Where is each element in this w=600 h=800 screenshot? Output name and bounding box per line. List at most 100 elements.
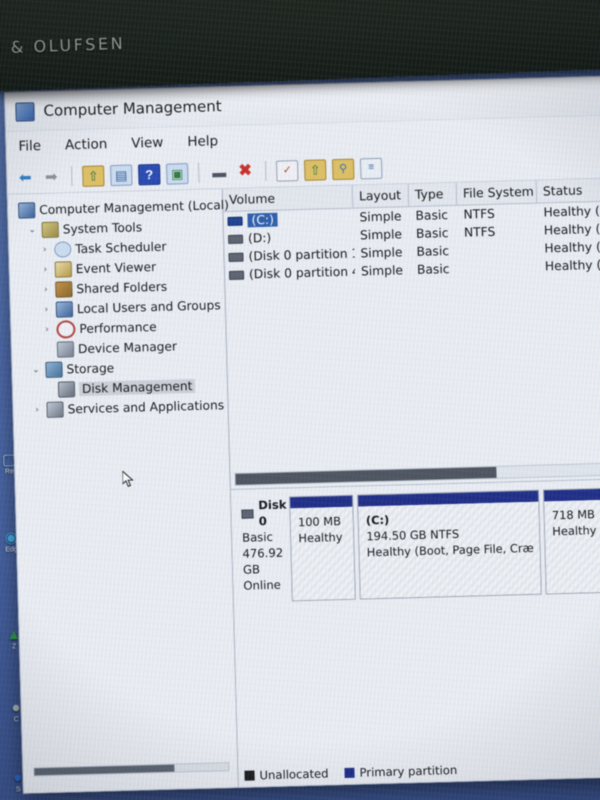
disk-icon <box>241 508 254 519</box>
up-folder-icon[interactable]: ⇧ <box>82 164 105 187</box>
volume-icon-grey <box>227 234 244 244</box>
volume-name: (Disk 0 partition 4) <box>248 264 356 282</box>
volume-type: Basic <box>415 208 449 223</box>
computer-management-icon <box>15 101 35 122</box>
task-scheduler-icon <box>54 241 72 258</box>
column-header-file-system[interactable]: File System <box>456 180 538 205</box>
export-list-icon[interactable]: ⇧ <box>303 158 327 181</box>
menu-action[interactable]: Action <box>65 136 108 153</box>
window-title: Computer Management <box>43 97 222 120</box>
storage-icon <box>45 361 63 378</box>
chevron-right-icon[interactable]: › <box>41 325 52 335</box>
disk-size: 476.92 GB <box>242 545 284 577</box>
partition-size: 100 MB <box>297 514 342 530</box>
volume-status: Healthy (Basic D <box>543 221 600 238</box>
device-manager-icon <box>56 341 75 358</box>
window-body: Computer Management (Local) ⌄ System Too… <box>7 178 600 794</box>
volume-icon-grey <box>228 270 245 280</box>
rescan-disks-icon[interactable]: ⚲ <box>331 158 355 180</box>
desktop-icon-label: Z <box>12 643 17 651</box>
volume-layout: Simple <box>360 263 404 279</box>
back-arrow-icon[interactable]: ⬅ <box>15 168 36 188</box>
tree-root-label: Computer Management (Local) <box>39 197 230 218</box>
disk-name: Disk 0 <box>258 497 287 529</box>
partition-status: Healthy (Re <box>552 523 600 539</box>
volume-type: Basic <box>415 226 449 241</box>
volume-file-system: NTFS <box>463 224 496 240</box>
sidebar-item-label: Storage <box>66 361 115 377</box>
photo-scene: ▢ Re ◉ Edg ▲ Z ● C ● S Computer Manageme… <box>0 0 600 800</box>
volume-status: Healthy (Boot, <box>543 203 600 220</box>
column-header-layout[interactable]: Layout <box>352 184 410 208</box>
volume-layout: Simple <box>359 227 403 243</box>
sidebar-item-label: Event Viewer <box>75 259 157 277</box>
chevron-right-icon[interactable]: › <box>40 285 51 295</box>
sidebar-item-label: System Tools <box>62 220 143 237</box>
partition-status: Healthy <box>298 530 343 546</box>
volume-name: (C:) <box>247 212 279 228</box>
chevron-right-icon[interactable]: › <box>31 405 42 415</box>
sidebar-item-label: Shared Folders <box>76 279 168 297</box>
mouse-cursor <box>122 470 134 487</box>
sidebar-item-label: Task Scheduler <box>75 239 167 257</box>
disk-graphical-view: Disk 0 Basic 476.92 GB Online 100 MB Hea… <box>230 479 600 789</box>
sidebar-item-label: Local Users and Groups <box>76 298 221 317</box>
properties-icon[interactable]: ▬ <box>209 162 230 182</box>
computer-management-window: Computer Management File Action View Hel… <box>4 75 600 794</box>
disk-info-panel[interactable]: Disk 0 Basic 476.92 GB Online <box>237 496 292 602</box>
column-header-type[interactable]: Type <box>408 182 458 207</box>
volume-name: (D:) <box>247 230 272 246</box>
volume-file-system <box>459 267 539 269</box>
desktop-icon-label: C <box>13 716 19 724</box>
partition-status: Healthy (Boot, Page File, Cræ <box>366 540 534 560</box>
show-action-pane-icon[interactable]: ▣ <box>165 162 189 185</box>
forward-arrow-icon[interactable]: ➡ <box>41 167 62 187</box>
column-header-status[interactable]: Status <box>536 178 600 203</box>
partition-strip: 100 MB Healthy (C:) 194.50 GB NTFS Healt… <box>289 486 600 602</box>
menu-view[interactable]: View <box>131 135 163 152</box>
refresh-checkbox-icon[interactable]: ✓ <box>275 159 299 182</box>
sidebar-item-label: Performance <box>79 319 157 337</box>
delete-icon[interactable]: ✖ <box>235 162 256 182</box>
performance-icon <box>56 320 76 339</box>
menu-file[interactable]: File <box>18 138 41 155</box>
sidebar-item-services-and-applications[interactable]: › Services and Applications <box>17 395 227 421</box>
chevron-right-icon[interactable]: › <box>39 245 50 255</box>
legend-swatch-unallocated <box>244 770 255 781</box>
list-view-icon[interactable]: ≡ <box>359 157 383 179</box>
volume-file-system: NTFS <box>463 206 496 222</box>
sidebar-item-label: Device Manager <box>77 339 178 357</box>
desktop-icon-label: S <box>15 786 21 794</box>
chevron-down-icon[interactable]: ⌄ <box>27 225 38 235</box>
partition-box[interactable]: 718 MB Healthy (Re <box>543 486 600 595</box>
toolbar-separator <box>197 162 200 183</box>
volume-list-empty-area <box>225 273 600 473</box>
partition-box[interactable]: 100 MB Healthy <box>289 494 357 602</box>
console-tree: Computer Management (Local) ⌄ System Too… <box>7 189 239 794</box>
menu-help[interactable]: Help <box>187 133 218 150</box>
tree-horizontal-scrollbar[interactable] <box>33 762 230 777</box>
details-pane: Volume Layout Type File System Status (C… <box>222 178 600 789</box>
desktop-icon-label: Re <box>4 468 14 476</box>
volume-file-system <box>458 249 538 251</box>
legend-label-unallocated: Unallocated <box>259 766 329 783</box>
legend-label-primary-partition: Primary partition <box>359 762 458 780</box>
sidebar-item-label: Services and Applications <box>67 398 225 417</box>
chevron-right-icon[interactable]: › <box>41 305 52 315</box>
volume-icon-blue <box>227 216 243 226</box>
disk-state: Online <box>243 577 282 593</box>
toolbar-separator <box>264 160 267 181</box>
system-tools-icon <box>41 221 59 239</box>
volume-layout: Simple <box>359 209 402 225</box>
chevron-right-icon[interactable]: › <box>40 265 51 275</box>
disk-management-icon <box>57 381 76 398</box>
legend: Unallocated Primary partition <box>244 763 467 783</box>
partition-box[interactable]: (C:) 194.50 GB NTFS Healthy (Boot, Page … <box>357 489 543 600</box>
help-icon[interactable]: ? <box>137 163 161 185</box>
computer-icon <box>17 202 36 219</box>
show-console-tree-icon[interactable]: ▤ <box>110 164 133 186</box>
chevron-down-icon[interactable]: ⌄ <box>30 365 41 375</box>
volume-icon-grey <box>228 252 244 262</box>
volume-status: Healthy (EFI Sys <box>544 239 600 256</box>
column-header-volume[interactable]: Volume <box>222 185 354 212</box>
